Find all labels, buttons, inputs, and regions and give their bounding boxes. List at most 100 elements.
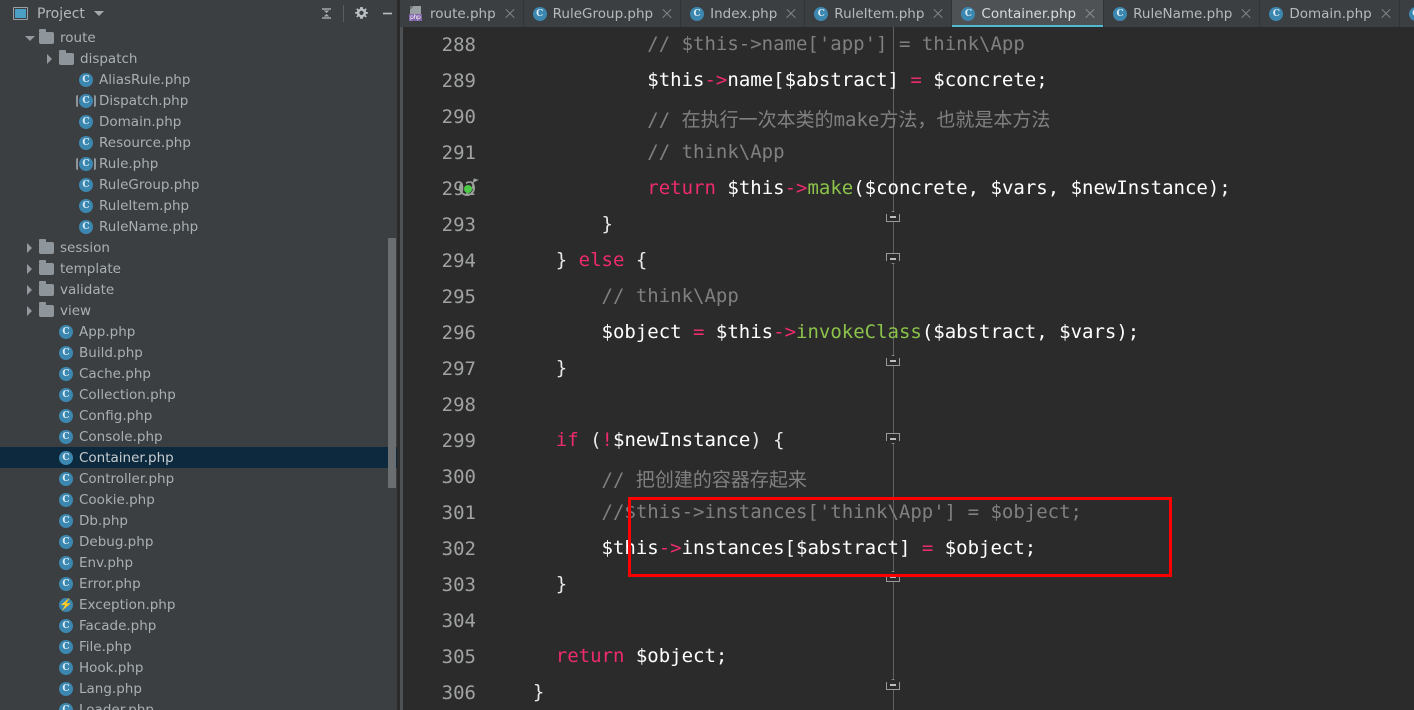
tree-item-dispatch-php[interactable]: C Dispatch.php [0, 90, 397, 111]
close-icon[interactable] [504, 8, 516, 20]
class-icon: C [59, 450, 73, 465]
tab-ruleitem-php[interactable]: C RuleItem.php [805, 0, 953, 27]
tree-item-route[interactable]: route [0, 27, 397, 48]
code-line-296[interactable]: 296 $object = $this->invokeClass($abstra… [400, 315, 1414, 351]
close-icon[interactable] [1240, 8, 1252, 20]
code-line-text: } [510, 213, 613, 235]
tab-index-php[interactable]: C Index.php [681, 0, 806, 27]
tree-item-db-php[interactable]: C Db.php [0, 510, 397, 531]
tree-item-dispatch[interactable]: dispatch [0, 48, 397, 69]
code-line-298[interactable]: 298 [400, 387, 1414, 423]
tree-item-label: Domain.php [99, 113, 182, 130]
code-fold-toggle[interactable] [886, 571, 902, 587]
tree-item-collection-php[interactable]: C Collection.php [0, 384, 397, 405]
tree-item-ruleitem-php[interactable]: C RuleItem.php [0, 195, 397, 216]
run-method-icon[interactable] [459, 178, 479, 198]
tree-item-debug-php[interactable]: C Debug.php [0, 531, 397, 552]
project-file-tree[interactable]: route dispatch C AliasRule.php C Dispatch.php… [0, 27, 397, 710]
tree-item-label: Debug.php [79, 533, 154, 550]
close-icon[interactable] [932, 8, 944, 20]
close-icon[interactable] [661, 8, 673, 20]
tree-item-hook-php[interactable]: C Hook.php [0, 657, 397, 678]
tree-item-rulename-php[interactable]: C RuleName.php [0, 216, 397, 237]
tab-rulegroup-php[interactable]: C RuleGroup.php [523, 0, 682, 27]
tree-item-label: Env.php [79, 554, 134, 571]
chevron-right-icon[interactable] [24, 305, 36, 317]
tree-item-domain-php[interactable]: C Domain.php [0, 111, 397, 132]
tree-item-validate[interactable]: validate [0, 279, 397, 300]
folder-icon [39, 259, 54, 275]
tab-domain-php[interactable]: C Domain.php [1260, 0, 1400, 27]
code-line-302[interactable]: 302 $this->instances[$abstract] = $objec… [400, 531, 1414, 567]
project-panel-scrollbar[interactable] [388, 238, 396, 488]
tree-item-container-php[interactable]: C Container.php [0, 447, 397, 468]
tree-item-resource-php[interactable]: C Resource.php [0, 132, 397, 153]
code-line-293[interactable]: 293 } [400, 207, 1414, 243]
tree-item-file-php[interactable]: C File.php [0, 636, 397, 657]
code-line-297[interactable]: 297 } [400, 351, 1414, 387]
code-line-305[interactable]: 305 return $object; [400, 639, 1414, 675]
code-editor[interactable]: 288 // $this->name['app'] = think\App 289… [400, 27, 1414, 710]
chevron-down-icon[interactable] [93, 11, 104, 16]
tree-item-build-php[interactable]: C Build.php [0, 342, 397, 363]
code-line-303[interactable]: 303 } [400, 567, 1414, 603]
tree-item-cookie-php[interactable]: C Cookie.php [0, 489, 397, 510]
tree-item-config-php[interactable]: C Config.php [0, 405, 397, 426]
tab-route-php[interactable]: php route.php [400, 0, 524, 27]
tree-item-rule-php[interactable]: C Rule.php [0, 153, 397, 174]
tree-item-facade-php[interactable]: C Facade.php [0, 615, 397, 636]
code-fold-toggle[interactable] [886, 355, 902, 371]
close-icon[interactable] [1084, 8, 1096, 20]
tree-item-app-php[interactable]: C App.php [0, 321, 397, 342]
code-line-299[interactable]: 299 if (!$newInstance) { [400, 423, 1414, 459]
code-line-289[interactable]: 289 $this->name[$abstract] = $concrete; [400, 63, 1414, 99]
gear-icon[interactable] [348, 1, 374, 27]
abstract-class-icon: C [76, 93, 96, 108]
collapse-all-icon[interactable] [313, 1, 339, 27]
tree-item-console-php[interactable]: C Console.php [0, 426, 397, 447]
code-fold-toggle[interactable] [886, 679, 902, 695]
code-line-300[interactable]: 300 // 把创建的容器存起来 [400, 459, 1414, 495]
code-line-292[interactable]: 292 return $this->make($concrete, $vars,… [400, 171, 1414, 207]
chevron-right-icon[interactable] [24, 242, 36, 254]
tree-item-label: session [60, 239, 110, 256]
tree-item-exception-php[interactable]: ⚡ Exception.php [0, 594, 397, 615]
code-line-306[interactable]: 306 } [400, 675, 1414, 710]
code-fold-toggle[interactable] [886, 253, 902, 269]
code-fold-toggle[interactable] [886, 433, 902, 449]
tree-item-controller-php[interactable]: C Controller.php [0, 468, 397, 489]
code-line-294[interactable]: 294 } else { [400, 243, 1414, 279]
tree-item-template[interactable]: template [0, 258, 397, 279]
tab-rulename-php[interactable]: C RuleName.php [1104, 0, 1261, 27]
tree-item-cache-php[interactable]: C Cache.php [0, 363, 397, 384]
tab-container-php[interactable]: C Container.php [952, 0, 1105, 27]
tree-item-session[interactable]: session [0, 237, 397, 258]
tree-item-view[interactable]: view [0, 300, 397, 321]
tree-item-loader-php[interactable]: C Loader.php [0, 699, 397, 710]
code-line-295[interactable]: 295 // think\App [400, 279, 1414, 315]
code-line-290[interactable]: 290 // 在执行一次本类的make方法，也就是本方法 [400, 99, 1414, 135]
code-line-301[interactable]: 301 //$this->instances['think\App'] = $o… [400, 495, 1414, 531]
code-fold-toggle[interactable] [886, 211, 902, 227]
chevron-right-icon[interactable] [24, 263, 36, 275]
tab-route-php[interactable]: CRoute.php [1399, 0, 1414, 27]
class-icon: C [59, 387, 73, 402]
code-line-288[interactable]: 288 // $this->name['app'] = think\App [400, 27, 1414, 63]
class-icon: C [59, 555, 73, 570]
tree-item-aliasrule-php[interactable]: C AliasRule.php [0, 69, 397, 90]
chevron-down-icon[interactable] [24, 32, 36, 44]
close-icon[interactable] [1380, 8, 1392, 20]
tree-item-rulegroup-php[interactable]: C RuleGroup.php [0, 174, 397, 195]
tree-item-lang-php[interactable]: C Lang.php [0, 678, 397, 699]
project-panel-title: Project [37, 5, 85, 22]
editor-tab-bar[interactable]: php route.php C RuleGroup.php C Index.php C Rul… [400, 0, 1414, 27]
tree-item-label: Hook.php [79, 659, 144, 676]
tree-item-error-php[interactable]: C Error.php [0, 573, 397, 594]
code-line-291[interactable]: 291 // think\App [400, 135, 1414, 171]
chevron-right-icon[interactable] [24, 284, 36, 296]
code-line-304[interactable]: 304 [400, 603, 1414, 639]
tree-item-env-php[interactable]: C Env.php [0, 552, 397, 573]
chevron-right-icon[interactable] [44, 53, 56, 65]
code-lines-container[interactable]: 288 // $this->name['app'] = think\App 289… [400, 27, 1414, 710]
close-icon[interactable] [785, 8, 797, 20]
